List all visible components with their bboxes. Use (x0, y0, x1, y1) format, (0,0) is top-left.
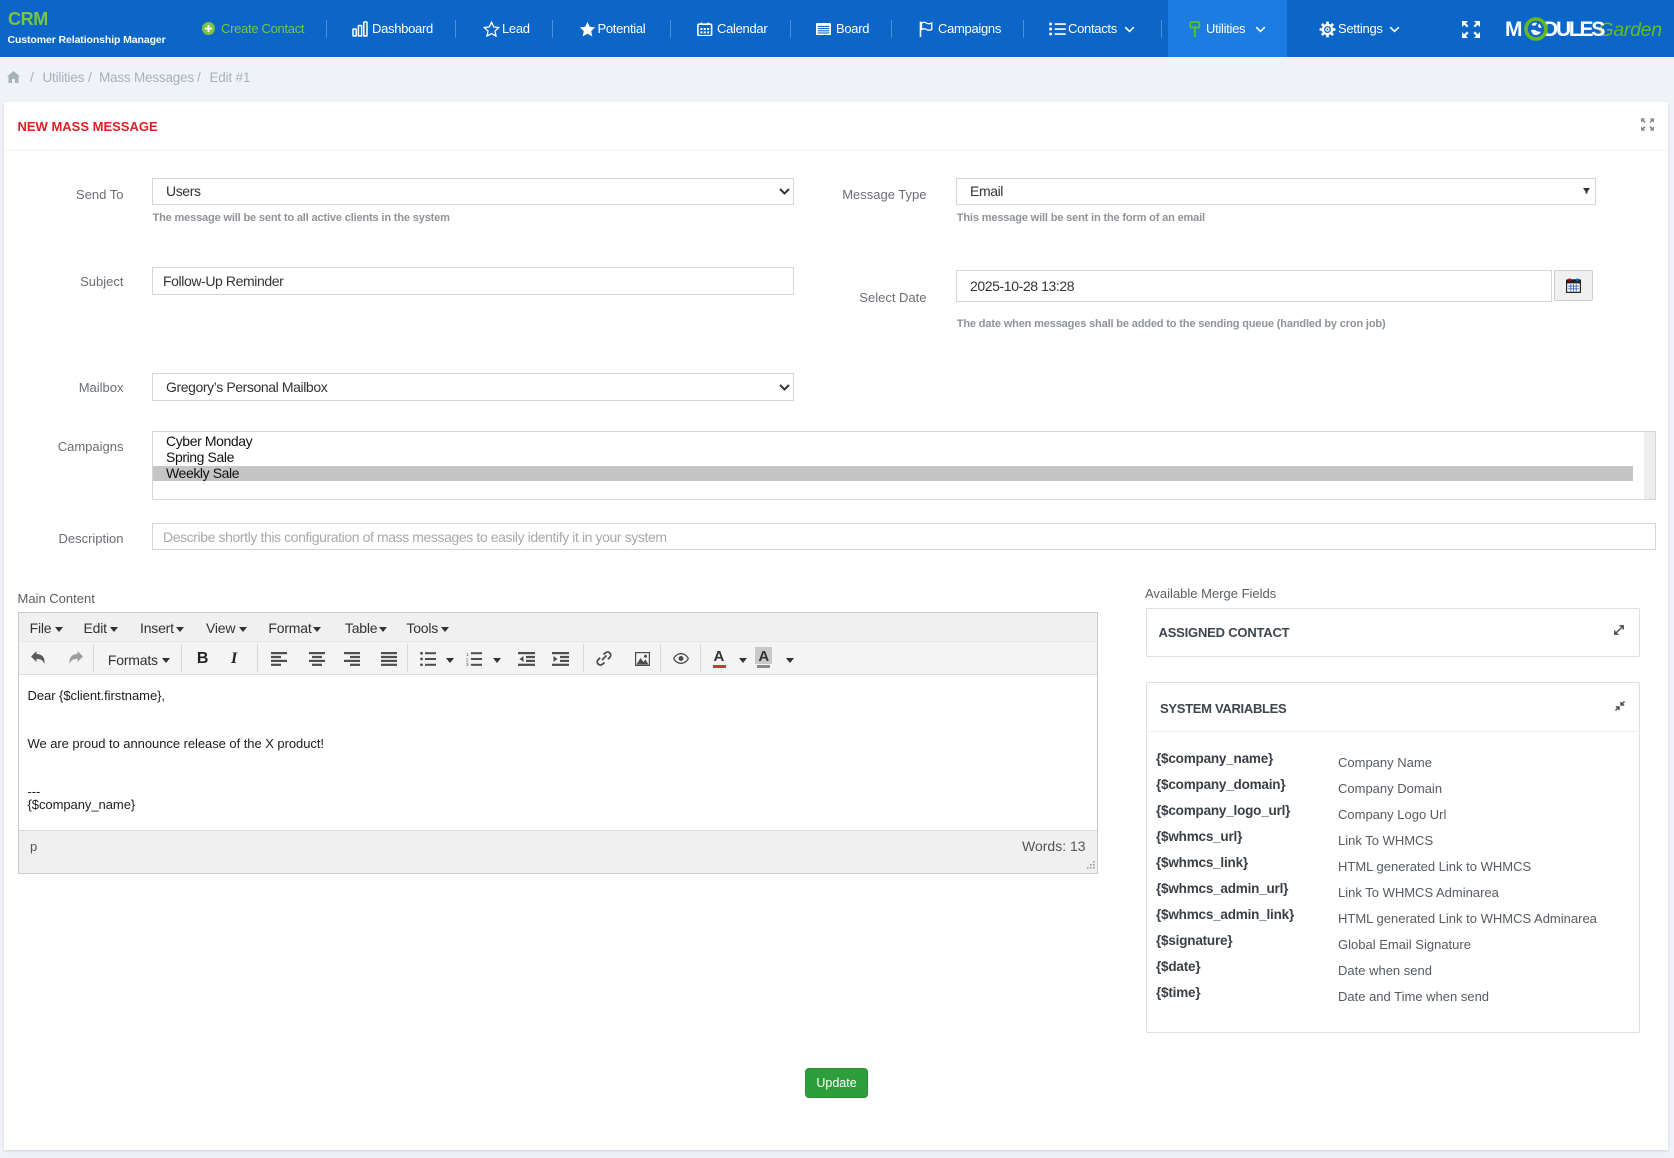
svg-text:3: 3 (466, 662, 469, 666)
svg-text:1: 1 (466, 652, 469, 657)
